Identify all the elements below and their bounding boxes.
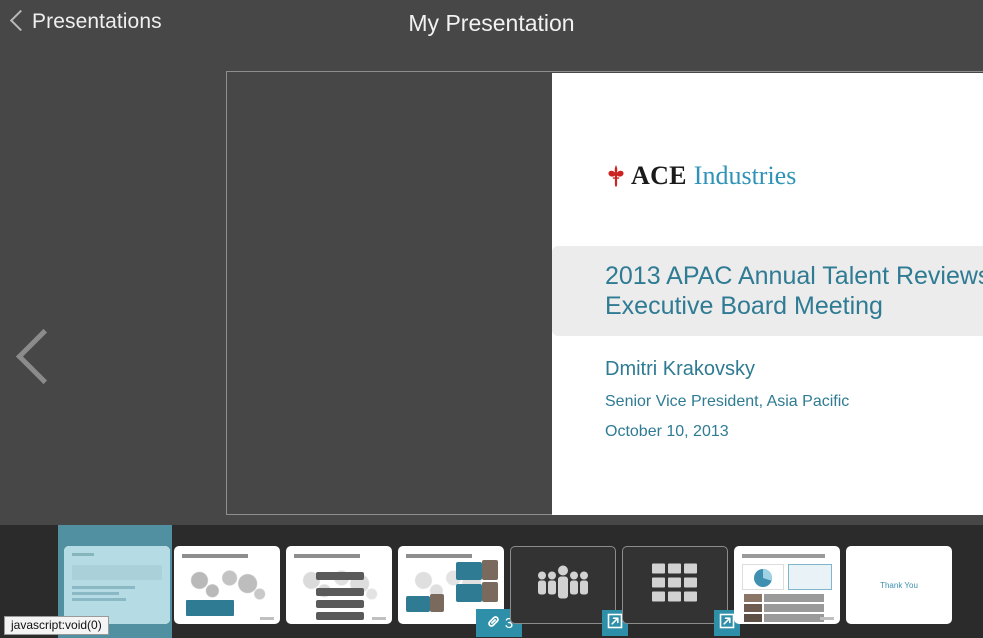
mini-footer bbox=[820, 617, 834, 620]
mini-person-photo bbox=[482, 560, 498, 580]
thumbnail-slide-2[interactable] bbox=[174, 546, 280, 624]
thumbnail-slide-8[interactable]: Thank You bbox=[846, 546, 952, 624]
people-group-icon bbox=[534, 564, 592, 607]
mini-person-row bbox=[764, 604, 824, 612]
mini-person-card bbox=[456, 584, 482, 602]
thumbnail-canvas bbox=[734, 546, 840, 624]
mini-person-photo bbox=[430, 594, 444, 612]
thumbnail-slide-3[interactable] bbox=[286, 546, 392, 624]
status-bar-tooltip: javascript:void(0) bbox=[4, 616, 109, 635]
slide-thumbnail-strip[interactable]: 3 Thank You bbox=[0, 525, 983, 638]
thumbnail-slide-6[interactable] bbox=[622, 546, 740, 636]
slide-author: Dmitri Krakovsky bbox=[605, 358, 756, 380]
slide-author-role: Senior Vice President, Asia Pacific bbox=[605, 393, 850, 410]
mini-heading bbox=[406, 554, 472, 558]
logo-primary-text: ACE bbox=[631, 161, 687, 190]
presentation-viewer: Presentations My Presentation ACE Indust… bbox=[0, 0, 983, 638]
mini-callout bbox=[186, 600, 234, 616]
mini-person-card bbox=[456, 562, 482, 580]
mini-process-box bbox=[316, 600, 364, 608]
thumbnail-canvas bbox=[64, 546, 170, 624]
thumbnail-canvas bbox=[510, 546, 616, 624]
mini-note-box bbox=[788, 564, 832, 590]
mini-heading bbox=[294, 554, 360, 558]
mini-person-row bbox=[764, 614, 824, 622]
current-slide[interactable]: ACE Industries 2013 APAC Annual Talent R… bbox=[552, 73, 983, 515]
mini-thankyou-text: Thank You bbox=[880, 580, 918, 590]
mini-process-box bbox=[316, 588, 364, 596]
slide-date: October 10, 2013 bbox=[605, 423, 729, 440]
slide-title: 2013 APAC Annual Talent Reviews: Executi… bbox=[605, 262, 983, 320]
mini-heading bbox=[182, 554, 248, 558]
mini-person-row bbox=[764, 594, 824, 602]
mini-footer bbox=[372, 617, 386, 620]
mini-person-card bbox=[406, 596, 430, 612]
thumbnail-slide-1[interactable] bbox=[64, 546, 170, 624]
thumbnail-canvas bbox=[174, 546, 280, 624]
mini-chart-box bbox=[742, 564, 784, 590]
thumbnail-selected-overlay bbox=[64, 546, 170, 624]
link-icon bbox=[485, 613, 502, 634]
page-title: My Presentation bbox=[408, 10, 575, 36]
previous-slide-button[interactable] bbox=[14, 325, 60, 391]
thumbnail-slide-5[interactable] bbox=[510, 546, 628, 636]
slide-stage: ACE Industries 2013 APAC Annual Talent R… bbox=[0, 70, 983, 525]
mini-process-box bbox=[316, 572, 364, 580]
app-header: Presentations My Presentation bbox=[0, 0, 983, 70]
grid-icon bbox=[652, 563, 698, 607]
thumbnail-canvas bbox=[622, 546, 728, 624]
mini-person-photo bbox=[482, 582, 498, 602]
thumbnail-canvas: Thank You bbox=[846, 546, 952, 624]
mini-person-photo bbox=[744, 594, 762, 602]
mini-process-box bbox=[316, 612, 364, 620]
mini-heading bbox=[742, 554, 825, 558]
brand-logo: ACE Industries bbox=[606, 161, 796, 191]
mini-person-photo bbox=[744, 614, 762, 622]
slide-title-panel: 2013 APAC Annual Talent Reviews: Executi… bbox=[552, 246, 983, 336]
slide-meta: Dmitri Krakovsky Senior Vice President, … bbox=[605, 358, 849, 441]
fleur-de-lis-icon bbox=[606, 164, 626, 188]
slide-frame: ACE Industries 2013 APAC Annual Talent R… bbox=[226, 71, 983, 515]
logo-secondary-text: Industries bbox=[693, 161, 797, 190]
thumbnail-slide-7[interactable] bbox=[734, 546, 840, 624]
thumbnail-canvas bbox=[286, 546, 392, 624]
mini-footer bbox=[260, 617, 274, 620]
thumbnail-slide-4[interactable]: 3 bbox=[398, 546, 522, 637]
mini-person-photo bbox=[744, 604, 762, 612]
